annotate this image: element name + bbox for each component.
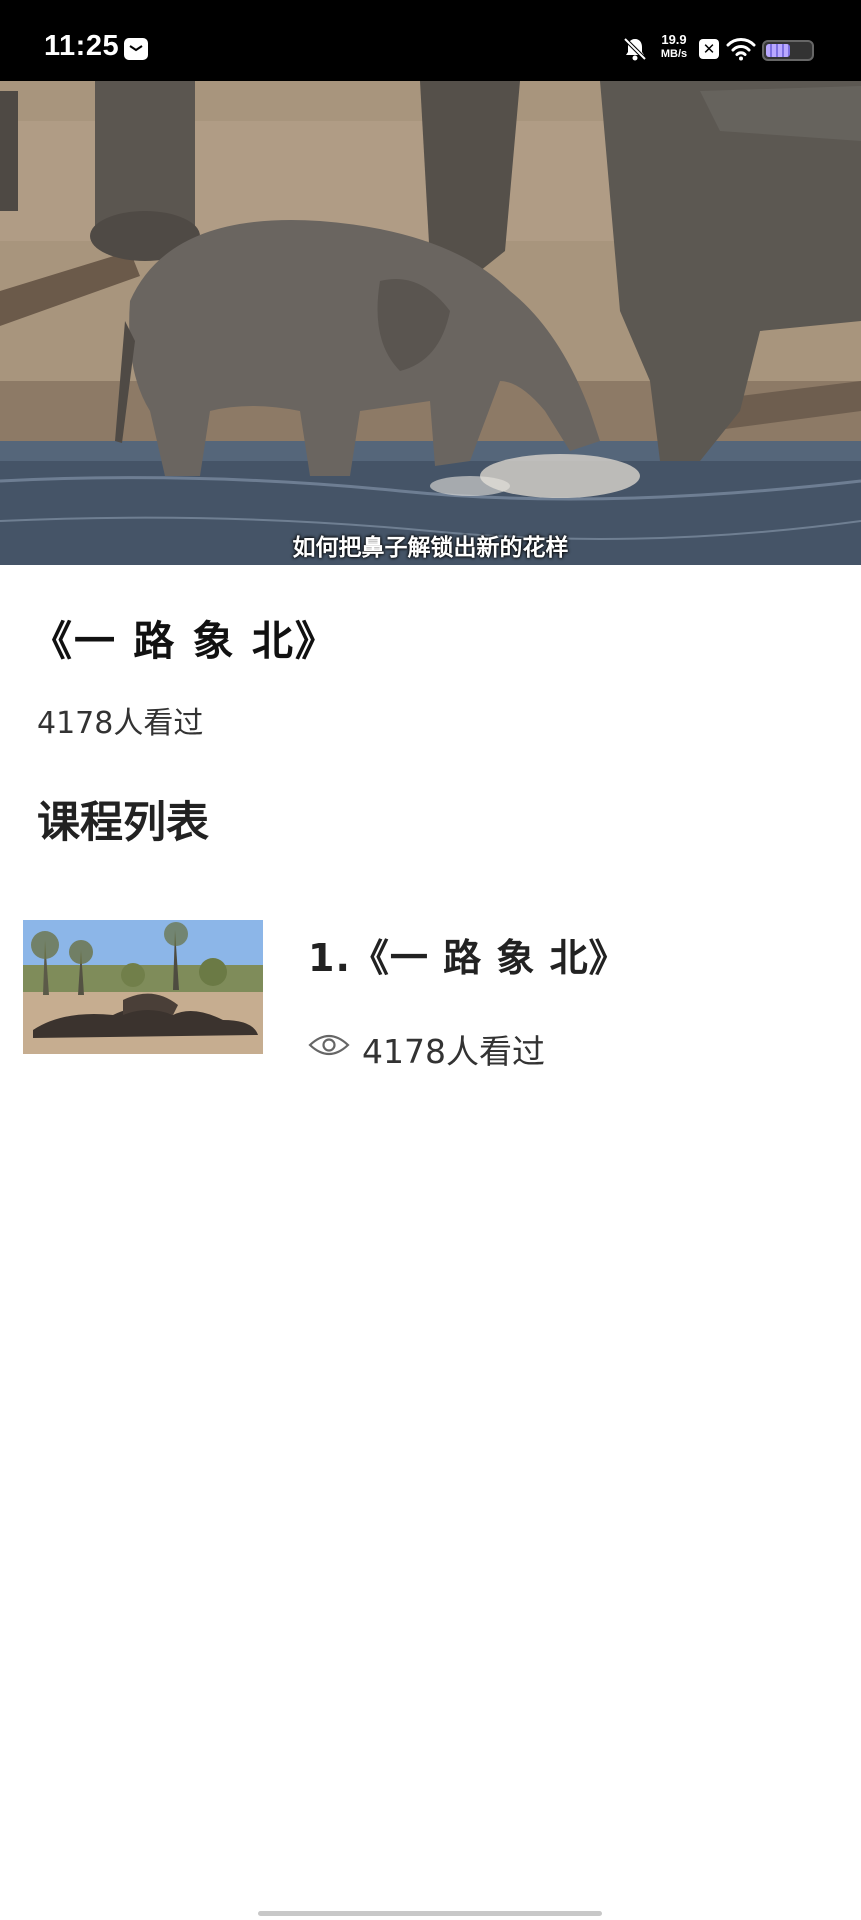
- course-viewers: 4178人看过: [37, 706, 204, 741]
- mute-bell-icon: [622, 36, 648, 66]
- x-app-icon: ✕: [699, 39, 719, 59]
- course-title: 《一 路 象 北》: [31, 617, 338, 665]
- battery-fill: [766, 44, 790, 57]
- home-indicator[interactable]: [258, 1911, 602, 1916]
- speed-unit: MB/s: [660, 48, 688, 60]
- lesson-views-count: 4178人看过: [362, 1032, 545, 1071]
- status-time: 11:25: [44, 30, 120, 62]
- video-subtitle: 如何把鼻子解锁出新的花样: [292, 535, 569, 561]
- network-speed: 19.9 MB/s: [654, 33, 694, 61]
- eye-icon: [308, 1031, 350, 1063]
- course-list-heading: 课程列表: [37, 798, 209, 848]
- lesson-thumbnail[interactable]: [23, 920, 263, 1054]
- lesson-title[interactable]: 1.《一 路 象 北》: [308, 927, 628, 982]
- video-player[interactable]: 如何把鼻子解锁出新的花样: [0, 81, 861, 565]
- lesson-item[interactable]: 1.《一 路 象 北》 4178人看过: [0, 905, 861, 1071]
- wifi-icon: [726, 37, 756, 65]
- status-bar: 11:25 19.9 MB/s ✕: [0, 0, 861, 81]
- message-icon: [124, 38, 148, 60]
- lesson-thumbnail-image: [23, 920, 263, 1054]
- battery-icon: [762, 40, 814, 61]
- video-frame-elephants: [0, 81, 861, 565]
- speed-value: 19.9: [661, 32, 687, 47]
